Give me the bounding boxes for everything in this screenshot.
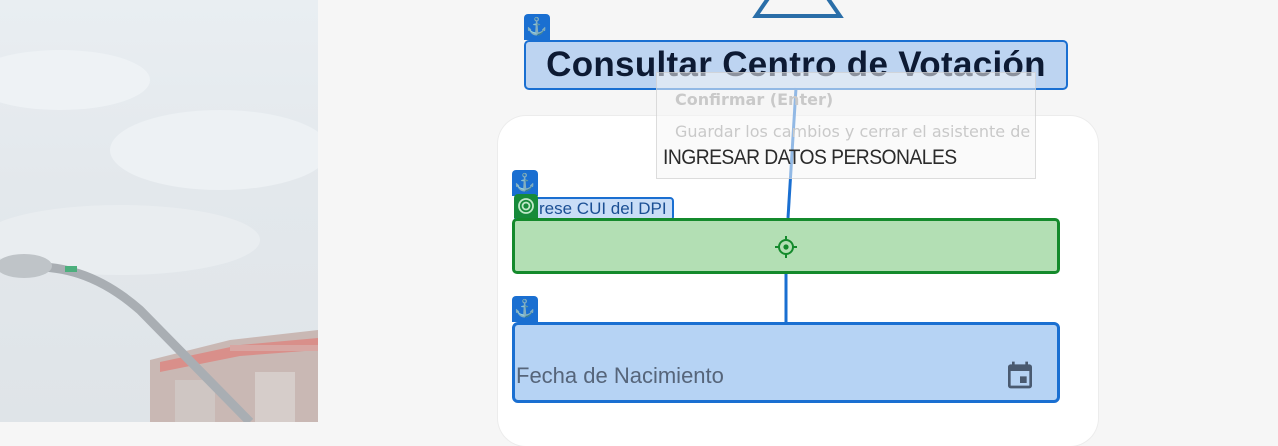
background-photo xyxy=(0,0,318,422)
anchor-icon: ⚓ xyxy=(524,14,550,40)
anchor-icon: ⚓ xyxy=(512,296,538,322)
crosshair-icon xyxy=(775,236,797,258)
tooltip-body: Guardar los cambios y cerrar el asistent… xyxy=(675,122,1031,141)
anchor-icon: ⚓ xyxy=(512,170,538,196)
logo-icon xyxy=(752,0,844,18)
target-icon xyxy=(514,194,538,218)
calendar-icon[interactable] xyxy=(1004,359,1036,391)
birthdate-placeholder: Fecha de Nacimiento xyxy=(516,363,724,388)
section-title: INGRESAR DATOS PERSONALES xyxy=(663,146,957,169)
tooltip-title: Confirmar (Enter) xyxy=(675,90,834,109)
